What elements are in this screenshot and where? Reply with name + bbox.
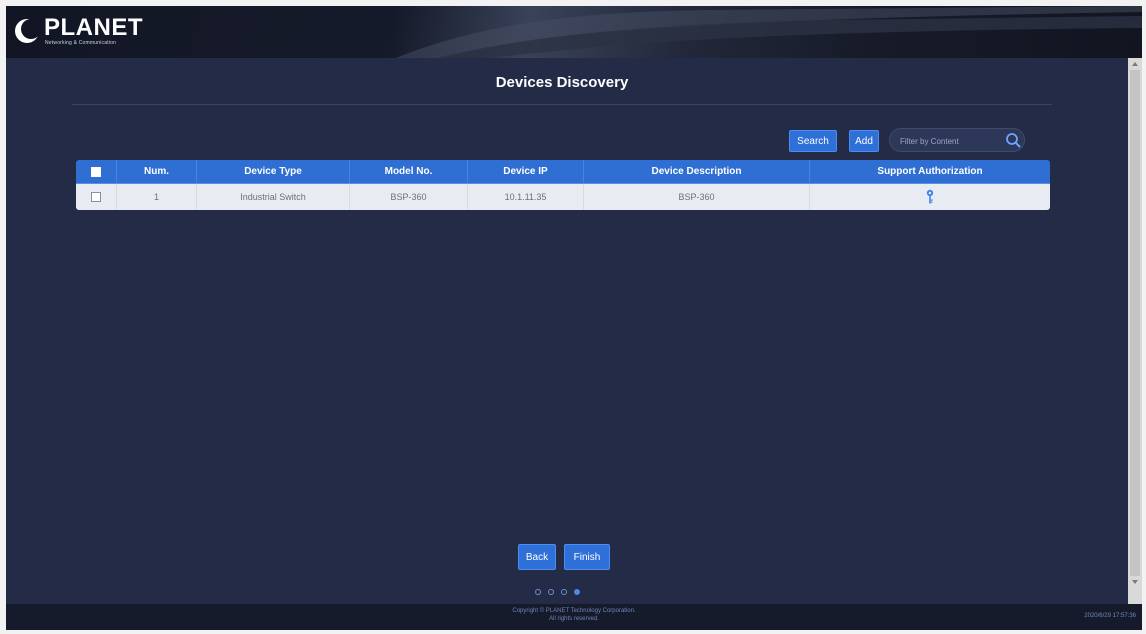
planet-logo: PLANET Networking & Communication <box>12 14 162 50</box>
vertical-scrollbar[interactable] <box>1128 58 1142 604</box>
planet-logo-icon <box>15 19 40 43</box>
column-header-device-description[interactable]: Device Description <box>583 160 809 183</box>
app-window: PLANET Networking & Communication Device… <box>6 6 1142 630</box>
step-dot-4-active[interactable] <box>574 589 580 595</box>
step-dot-2[interactable] <box>548 589 554 595</box>
scroll-down-icon[interactable] <box>1132 580 1138 584</box>
cell-device-description: BSP-360 <box>583 184 809 210</box>
cell-device-ip: 10.1.11.35 <box>467 184 583 210</box>
back-button[interactable]: Back <box>518 544 556 570</box>
table-header: Num. Device Type Model No. Device IP Dev… <box>76 160 1050 184</box>
copyright-line-1: Copyright © PLANET Technology Corporatio… <box>512 608 636 614</box>
cell-device-type: Industrial Switch <box>196 184 349 210</box>
column-header-device-type[interactable]: Device Type <box>196 160 349 183</box>
column-header-device-ip[interactable]: Device IP <box>467 160 583 183</box>
scroll-thumb[interactable] <box>1130 70 1140 576</box>
header-swoosh-decoration <box>396 6 1142 58</box>
key-icon[interactable] <box>925 189 935 205</box>
search-icon[interactable] <box>1005 132 1021 148</box>
select-all-checkbox[interactable] <box>91 166 101 177</box>
copyright-line-2: All rights reserved. <box>549 616 599 622</box>
devices-table: Num. Device Type Model No. Device IP Dev… <box>76 160 1050 210</box>
page-title: Devices Discovery <box>495 74 629 91</box>
column-header-num[interactable]: Num. <box>116 160 196 183</box>
row-checkbox-cell <box>76 184 116 210</box>
finish-button[interactable]: Finish <box>564 544 610 570</box>
header-checkbox-cell <box>76 160 116 183</box>
title-divider <box>72 104 1052 105</box>
footer-bar: Copyright © PLANET Technology Corporatio… <box>6 604 1142 630</box>
cell-model-no: BSP-360 <box>349 184 467 210</box>
table-row[interactable]: 1 Industrial Switch BSP-360 10.1.11.35 B… <box>76 184 1050 210</box>
row-checkbox[interactable] <box>91 192 101 202</box>
main-content: Devices Discovery Search Add Num. Device… <box>6 58 1128 604</box>
logo-subtext: Networking & Communication <box>45 40 117 46</box>
cell-num: 1 <box>116 184 196 210</box>
column-header-model-no[interactable]: Model No. <box>349 160 467 183</box>
search-button[interactable]: Search <box>789 130 837 152</box>
filter-input[interactable] <box>898 132 1008 150</box>
scroll-up-icon[interactable] <box>1132 62 1138 66</box>
column-header-support-authorization[interactable]: Support Authorization <box>809 160 1050 183</box>
copyright-text: Copyright © PLANET Technology Corporatio… <box>6 607 1142 623</box>
step-dot-3[interactable] <box>561 589 567 595</box>
step-dot-1[interactable] <box>535 589 541 595</box>
logo-text: PLANET <box>44 14 143 41</box>
add-button[interactable]: Add <box>849 130 879 152</box>
header-bar: PLANET Networking & Communication <box>6 6 1142 58</box>
cell-support-authorization <box>809 184 1050 210</box>
wizard-step-indicator <box>535 588 615 598</box>
clock-display: 2020/6/29 17:57:36 <box>1084 613 1136 619</box>
filter-box <box>889 128 1025 152</box>
